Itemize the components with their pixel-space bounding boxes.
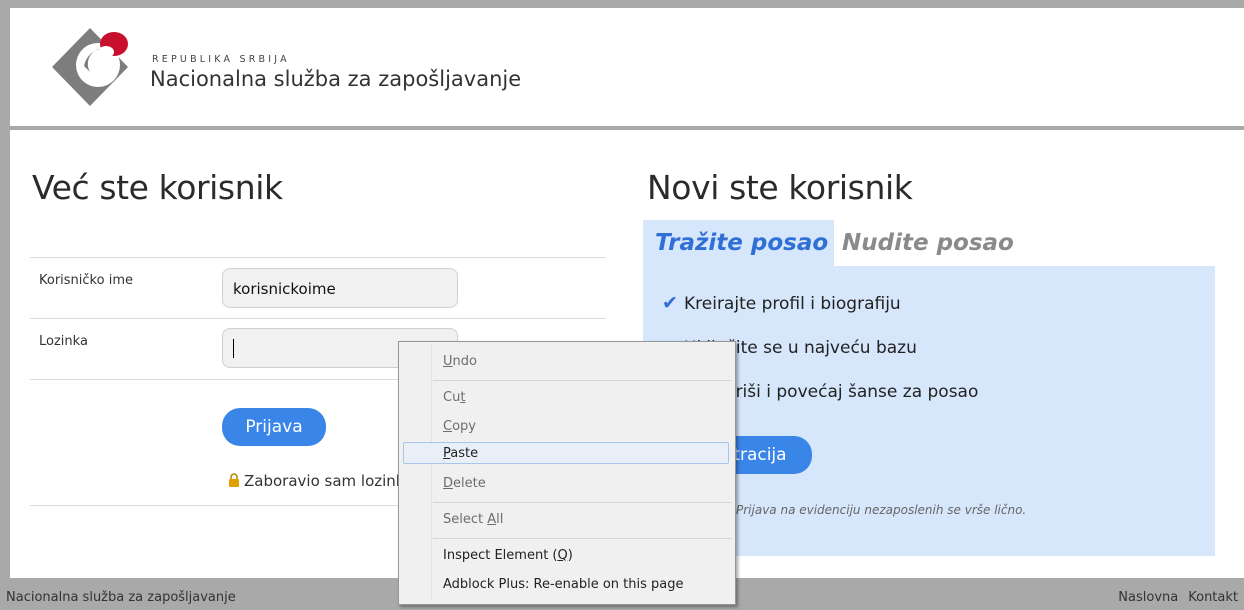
menu-item-cut[interactable]: Cut — [443, 390, 465, 405]
register-title: Novi ste korisnik — [647, 168, 913, 207]
tab-nudite-posao[interactable]: Nudite posao — [842, 230, 1014, 256]
footer-link-naslovna[interactable]: Naslovna — [1118, 590, 1178, 605]
org-name[interactable]: Nacionalna služba za zapošljavanje — [150, 67, 521, 91]
menu-separator — [433, 502, 732, 503]
tab-trazite-posao[interactable]: Tražite posao — [655, 230, 828, 256]
text-caret — [233, 339, 234, 358]
forgot-password-label: Zaboravio sam lozinku — [244, 472, 414, 490]
register-note: Prijava na evidenciju nezaposlenih se vr… — [736, 503, 1027, 517]
login-button[interactable]: Prijava — [222, 408, 326, 446]
context-menu: Undo Cut Copy Paste Delete Select All In… — [398, 341, 736, 605]
site-header: REPUBLIKA SRBIJA Nacionalna služba za za… — [10, 8, 1244, 130]
menu-item-select-all[interactable]: Select All — [443, 512, 503, 527]
menu-item-undo[interactable]: Undo — [443, 354, 477, 369]
footer-org-name: Nacionalna služba za zapošljavanje — [6, 590, 236, 605]
menu-separator — [433, 538, 732, 539]
menu-item-inspect-element[interactable]: Inspect Element (Q) — [443, 548, 573, 563]
logo-icon[interactable] — [48, 22, 132, 112]
forgot-password-link[interactable]: Zaboravio sam lozinku — [228, 472, 414, 490]
menu-item-paste[interactable]: Paste — [443, 446, 478, 461]
feature-item: ✔ Kreirajte profil i biografiju — [662, 292, 901, 314]
divider — [30, 257, 606, 258]
lock-icon — [229, 473, 239, 487]
username-value: korisnickoime — [233, 280, 336, 298]
login-title: Već ste korisnik — [32, 168, 283, 207]
footer-links: Naslovna Kontakt — [1108, 590, 1238, 605]
feature-text: Kreirajte profil i biografiju — [684, 294, 901, 314]
username-input[interactable]: korisnickoime — [222, 268, 458, 308]
checkmark-icon: ✔ — [662, 292, 678, 314]
username-label: Korisničko ime — [39, 273, 133, 288]
footer-link-kontakt[interactable]: Kontakt — [1188, 590, 1238, 605]
org-super-title: REPUBLIKA SRBIJA — [152, 54, 290, 65]
divider — [30, 318, 606, 319]
menu-separator — [433, 380, 732, 381]
password-label: Lozinka — [39, 334, 88, 349]
menu-gutter — [431, 344, 432, 600]
menu-item-adblock[interactable]: Adblock Plus: Re-enable on this page — [443, 577, 684, 592]
menu-item-delete[interactable]: Delete — [443, 476, 486, 491]
menu-item-copy[interactable]: Copy — [443, 419, 476, 434]
